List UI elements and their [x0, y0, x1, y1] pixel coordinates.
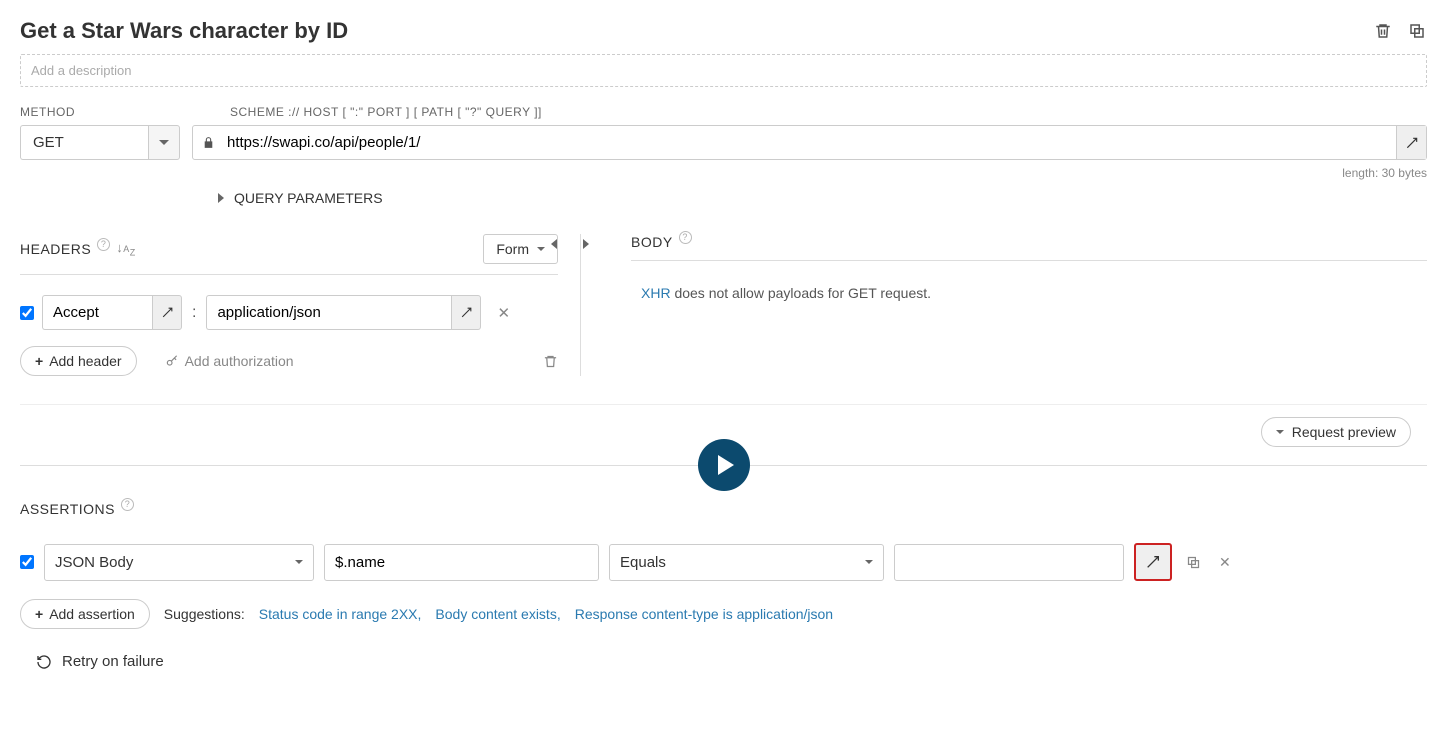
- trash-icon[interactable]: [1373, 21, 1393, 41]
- body-message-text: does not allow payloads for GET request.: [671, 285, 931, 301]
- add-assertion-label: Add assertion: [49, 606, 135, 622]
- assertion-enabled-checkbox[interactable]: [20, 555, 34, 569]
- page-title: Get a Star Wars character by ID: [20, 18, 348, 44]
- remove-header-icon[interactable]: ✕: [489, 304, 510, 322]
- url-label: SCHEME :// HOST [ ":" PORT ] [ PATH [ "?…: [200, 105, 542, 119]
- method-value: GET: [20, 125, 148, 160]
- xhr-link[interactable]: XHR: [641, 285, 671, 301]
- magic-wand-icon[interactable]: [152, 295, 182, 330]
- header-enabled-checkbox[interactable]: [20, 306, 34, 320]
- assertion-comparison-value: Equals: [620, 554, 666, 571]
- trash-icon[interactable]: [543, 354, 558, 369]
- description-input[interactable]: [20, 54, 1427, 87]
- suggestion-link[interactable]: Status code in range 2XX,: [259, 606, 422, 622]
- magic-wand-button[interactable]: [1134, 543, 1172, 581]
- header-name-input[interactable]: [42, 295, 152, 330]
- add-header-label: Add header: [49, 353, 121, 369]
- colon-separator: :: [190, 304, 198, 322]
- body-title: BODY: [631, 234, 673, 250]
- url-input[interactable]: [223, 126, 1396, 159]
- body-message: XHR does not allow payloads for GET requ…: [631, 285, 1427, 301]
- add-header-button[interactable]: + Add header: [20, 346, 137, 376]
- header-value-input[interactable]: [206, 295, 451, 330]
- chevron-down-icon: [1276, 430, 1284, 434]
- magic-wand-icon[interactable]: [451, 295, 481, 330]
- add-authorization-link[interactable]: Add authorization: [165, 353, 294, 369]
- copy-icon[interactable]: [1407, 21, 1427, 41]
- retry-on-failure-label: Retry on failure: [62, 653, 164, 670]
- play-button[interactable]: [698, 439, 750, 491]
- headers-title: HEADERS: [20, 241, 91, 257]
- chevron-down-icon: [537, 247, 545, 251]
- chevron-right-icon: [218, 193, 224, 203]
- suggestion-link[interactable]: Response content-type is application/jso…: [575, 606, 833, 622]
- help-icon[interactable]: ?: [97, 238, 110, 251]
- help-icon[interactable]: ?: [679, 231, 692, 244]
- assertion-source-select[interactable]: JSON Body: [44, 544, 314, 581]
- url-length-text: length: 30 bytes: [20, 164, 1427, 190]
- copy-icon[interactable]: [1182, 555, 1205, 570]
- chevron-down-icon[interactable]: [148, 125, 180, 160]
- remove-assertion-icon[interactable]: ✕: [1215, 554, 1235, 571]
- method-label: METHOD: [20, 105, 180, 119]
- assertion-value-input[interactable]: [894, 544, 1124, 581]
- form-toggle-label: Form: [496, 241, 529, 257]
- chevron-down-icon: [865, 560, 873, 564]
- collapse-right-icon[interactable]: [583, 239, 589, 249]
- request-preview-label: Request preview: [1292, 424, 1396, 440]
- add-authorization-label: Add authorization: [185, 353, 294, 369]
- assertion-comparison-select[interactable]: Equals: [609, 544, 884, 581]
- lock-icon: [193, 126, 223, 159]
- collapse-left-icon[interactable]: [551, 239, 557, 249]
- help-icon[interactable]: ?: [121, 498, 134, 511]
- play-icon: [718, 455, 734, 475]
- title-row: Get a Star Wars character by ID: [20, 18, 1427, 44]
- assertion-source-value: JSON Body: [55, 554, 133, 571]
- query-parameters-toggle[interactable]: QUERY PARAMETERS: [20, 190, 1427, 206]
- assertion-property-input[interactable]: [324, 544, 599, 581]
- header-row: : ✕: [20, 295, 558, 330]
- method-select[interactable]: GET: [20, 125, 180, 160]
- suggestions-label: Suggestions:: [164, 606, 245, 622]
- retry-on-failure-toggle[interactable]: Retry on failure: [20, 653, 1427, 670]
- suggestion-link[interactable]: Body content exists,: [435, 606, 560, 622]
- assertion-row: JSON Body Equals ✕: [20, 543, 1427, 581]
- add-assertion-button[interactable]: + Add assertion: [20, 599, 150, 629]
- query-parameters-label: QUERY PARAMETERS: [234, 190, 383, 206]
- chevron-down-icon: [295, 560, 303, 564]
- assertions-title: ASSERTIONS: [20, 501, 115, 517]
- sort-icon[interactable]: ↓AZ: [116, 240, 136, 258]
- magic-wand-icon[interactable]: [1396, 126, 1426, 159]
- form-toggle[interactable]: Form: [483, 234, 558, 264]
